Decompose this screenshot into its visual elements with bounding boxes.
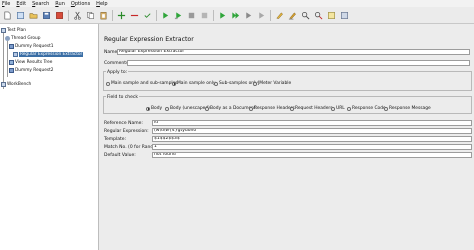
paste-icon[interactable] — [98, 10, 109, 21]
radio-dot — [290, 106, 294, 111]
menu-bar: File Edit Search Run Options Help — [0, 0, 474, 7]
name-field[interactable]: Regular Expression Extractor — [117, 49, 470, 55]
regex-label: Regular Expression: — [104, 129, 149, 134]
menu-options[interactable]: Options — [71, 1, 90, 7]
tree-node-dummy-request1[interactable]: Dummy Request1 — [9, 43, 54, 49]
reference-name-label: Reference Name: — [104, 121, 143, 126]
radio-dot — [249, 106, 253, 111]
clear-all-icon[interactable] — [287, 10, 298, 21]
menu-search[interactable]: Search — [32, 1, 49, 7]
apply-sub-only-radio[interactable]: Sub-samples only — [214, 81, 258, 86]
tree-node-test-plan[interactable]: Test Plan — [1, 27, 26, 33]
toolbar-separator — [213, 9, 214, 21]
check-request-headers-radio[interactable]: Request Headers — [290, 106, 333, 111]
listener-icon — [9, 59, 14, 65]
clear-icon[interactable] — [274, 10, 285, 21]
new-icon[interactable] — [2, 10, 13, 21]
collapse-icon[interactable] — [129, 10, 140, 21]
match-no-field[interactable]: 1 — [152, 144, 472, 150]
expand-icon[interactable] — [116, 10, 127, 21]
extractor-panel: Regular Expression Extractor Name: Regul… — [100, 24, 474, 250]
toolbar-separator — [112, 9, 113, 21]
radio-dot — [384, 106, 388, 111]
tree-node-thread-group[interactable]: Thread Group — [5, 35, 40, 41]
test-plan-icon — [1, 27, 6, 33]
apply-main-and-sub-radio[interactable]: Main sample and sub-samples — [106, 81, 178, 86]
search-icon[interactable] — [300, 10, 311, 21]
toolbar — [0, 7, 474, 24]
radio-dot — [347, 106, 351, 111]
save-icon[interactable] — [41, 10, 52, 21]
radio-dot — [146, 106, 150, 111]
thread-group-icon — [5, 35, 10, 41]
stop-icon[interactable] — [186, 10, 197, 21]
panel-title: Regular Expression Extractor — [104, 36, 194, 43]
remote-start-all-icon[interactable] — [230, 10, 241, 21]
sampler-icon — [9, 43, 14, 49]
menu-run[interactable]: Run — [55, 1, 65, 7]
templates-icon[interactable] — [15, 10, 26, 21]
remote-start-icon[interactable] — [217, 10, 228, 21]
template-field[interactable]: $1$$2$$3$ — [152, 136, 472, 142]
sampler-icon — [9, 67, 14, 73]
radio-dot — [214, 81, 218, 86]
help-icon[interactable] — [339, 10, 350, 21]
tree-node-workbench[interactable]: WorkBench — [1, 81, 31, 87]
menu-help[interactable]: Help — [96, 1, 107, 7]
menu-file[interactable]: File — [2, 1, 10, 7]
tree-node-view-results-tree[interactable]: View Results Tree — [9, 59, 52, 65]
check-url-radio[interactable]: URL — [331, 106, 345, 111]
radio-dot — [331, 106, 335, 111]
toolbar-separator — [156, 9, 157, 21]
start-icon[interactable] — [160, 10, 171, 21]
test-plan-tree: Test Plan Thread Group Dummy Request1 Re… — [0, 24, 99, 250]
apply-main-only-radio[interactable]: Main sample only — [172, 81, 216, 86]
post-processor-icon — [13, 51, 18, 57]
copy-icon[interactable] — [85, 10, 96, 21]
check-response-headers-radio[interactable]: Response Headers — [249, 106, 295, 111]
apply-jmeter-variable-radio[interactable]: JMeter Variable — [253, 81, 291, 86]
remote-shutdown-icon[interactable] — [256, 10, 267, 21]
start-no-pauses-icon[interactable] — [173, 10, 184, 21]
template-label: Template: — [104, 137, 127, 142]
radio-dot — [205, 106, 209, 111]
shutdown-icon[interactable] — [199, 10, 210, 21]
reference-name-field[interactable]: id — [152, 120, 472, 126]
toolbar-separator — [68, 9, 69, 21]
radio-dot — [172, 81, 176, 86]
check-body-radio[interactable]: Body — [146, 106, 162, 111]
tree-node-regex-extractor[interactable]: Regular Expression Extractor — [13, 51, 84, 57]
radio-dot — [165, 106, 169, 111]
cut-icon[interactable] — [72, 10, 83, 21]
check-response-code-radio[interactable]: Response Code — [347, 106, 386, 111]
toggle-icon[interactable] — [142, 10, 153, 21]
check-body-unescaped-radio[interactable]: Body (unescaped) — [165, 106, 210, 111]
function-helper-icon[interactable] — [326, 10, 337, 21]
field-to-check-box — [103, 96, 472, 114]
default-value-label: Default Value: — [104, 153, 136, 158]
comments-field[interactable] — [127, 60, 470, 66]
regex-field[interactable]: (w\d\w{4}gtyuoho — [152, 128, 472, 134]
reset-search-icon[interactable] — [313, 10, 324, 21]
field-to-check-label: Field to check — [106, 95, 139, 100]
apply-to-label: Apply to: — [106, 70, 129, 75]
default-value-field[interactable]: not found — [152, 152, 472, 158]
remote-stop-icon[interactable] — [243, 10, 254, 21]
workbench-icon — [1, 81, 6, 87]
toolbar-separator — [270, 9, 271, 21]
open-icon[interactable] — [28, 10, 39, 21]
radio-dot — [106, 81, 110, 86]
check-response-message-radio[interactable]: Response Message — [384, 106, 431, 111]
tree-line — [7, 41, 8, 77]
save-as-icon[interactable] — [54, 10, 65, 21]
tree-node-dummy-request2[interactable]: Dummy Request2 — [9, 67, 54, 73]
menu-edit[interactable]: Edit — [16, 1, 26, 7]
radio-dot — [253, 81, 257, 86]
